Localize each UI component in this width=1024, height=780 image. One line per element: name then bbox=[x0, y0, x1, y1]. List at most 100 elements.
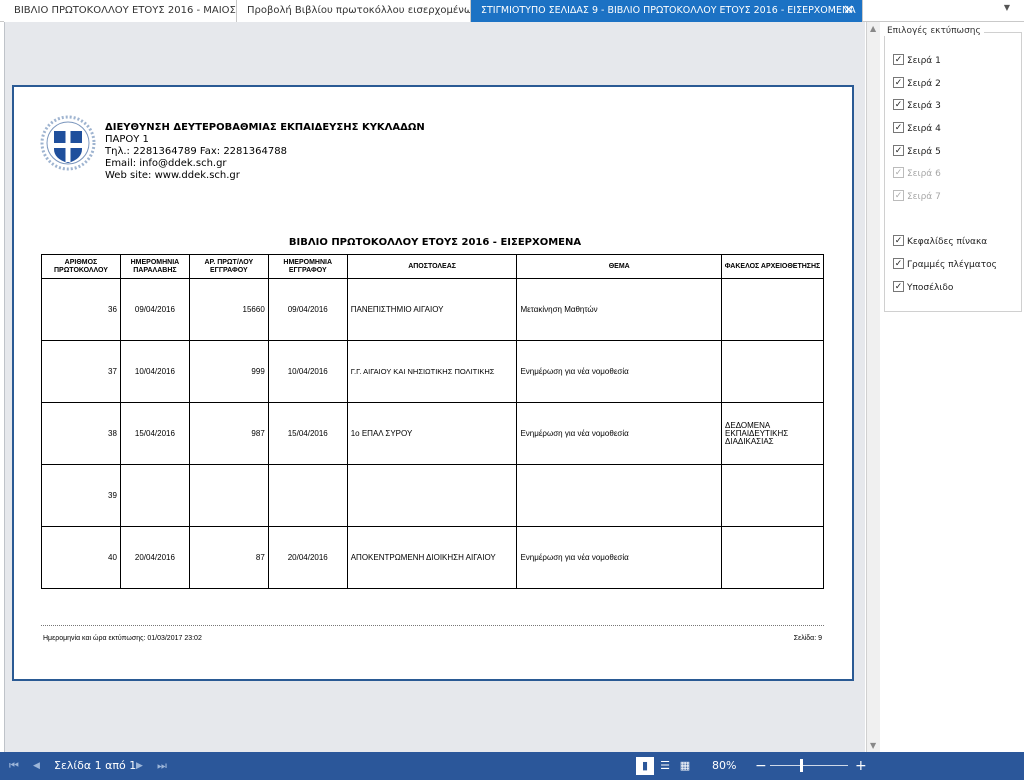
organization-email: Email: info@ddek.sch.gr bbox=[105, 158, 227, 169]
cell-receipt-date bbox=[119, 464, 190, 527]
cell-sender bbox=[346, 464, 518, 527]
option-label: Σειρά 3 bbox=[907, 101, 941, 111]
checkbox-row-2[interactable]: ✓ bbox=[893, 77, 904, 88]
vertical-scrollbar[interactable]: ▲ ▼ bbox=[866, 22, 880, 752]
tab-book-may[interactable]: ΒΙΒΛΙΟ ΠΡΩΤΟΚΟΛΛΟΥ ΕΤΟΥΣ 2016 - ΜΑΙΟΣ bbox=[4, 0, 237, 22]
cell-protocol-number: 36 bbox=[41, 278, 121, 341]
chevron-down-icon[interactable]: ▼ bbox=[1004, 3, 1010, 12]
cell-archive-folder: ΔΕΔΟΜΕΝΑ ΕΚΠΑΙΔΕΥΤΙΚΗΣ ΔΙΑΔΙΚΑΣΙΑΣ bbox=[721, 402, 824, 465]
last-page-icon[interactable]: ⏭ bbox=[157, 752, 167, 780]
option-label: Σειρά 6 bbox=[907, 169, 941, 179]
tab-label: ΒΙΒΛΙΟ ΠΡΩΤΟΚΟΛΛΟΥ ΕΤΟΥΣ 2016 - ΜΑΙΟΣ bbox=[14, 5, 236, 16]
cell-receipt-date: 20/04/2016 bbox=[119, 526, 190, 589]
cell-document-number bbox=[188, 464, 269, 527]
navigation-bar: ⏮ ◀ Σελίδα 1 από 1 ▶ ⏭ ▮ ☰ ▦ 80% − + bbox=[0, 752, 1024, 780]
single-page-view-icon[interactable]: ▮ bbox=[636, 757, 654, 775]
zoom-out-button[interactable]: − bbox=[755, 752, 767, 780]
checkbox-row-4[interactable]: ✓ bbox=[893, 122, 904, 133]
option-label: Σειρά 1 bbox=[907, 56, 941, 66]
tab-bar: ΒΙΒΛΙΟ ΠΡΩΤΟΚΟΛΛΟΥ ΕΤΟΥΣ 2016 - ΜΑΙΟΣ Πρ… bbox=[0, 0, 1024, 22]
option-grid-lines[interactable]: ✓ Γραμμές πλέγματος bbox=[893, 258, 997, 272]
tab-label: ΣΤΙΓΜΙΟΤΥΠΟ ΣΕΛΙΔΑΣ 9 - ΒΙΒΛΙΟ ΠΡΩΤΟΚΟΛΛ… bbox=[481, 5, 856, 16]
print-options-legend: Επιλογές εκτύπωσης bbox=[884, 26, 984, 36]
option-label: Σειρά 7 bbox=[907, 192, 941, 202]
cell-archive-folder bbox=[721, 278, 824, 341]
cell-sender: Γ.Γ. ΑΙΓΑΙΟΥ ΚΑΙ ΝΗΣΙΩΤΙΚΗΣ ΠΟΛΙΤΙΚΗΣ bbox=[346, 340, 518, 403]
option-label: Σειρά 2 bbox=[907, 79, 941, 89]
column-header: ΦΑΚΕΛΟΣ ΑΡΧΕΙΟΘΕΤΗΣΗΣ bbox=[721, 254, 824, 279]
checkbox-row-3[interactable]: ✓ bbox=[893, 99, 904, 110]
option-footer[interactable]: ✓ Υποσέλιδο bbox=[893, 281, 954, 295]
checkbox-row-6: ✓ bbox=[893, 167, 904, 178]
tab-label: Προβολή Βιβλίου πρωτοκόλλου εισερχομένων bbox=[247, 5, 471, 16]
option-label: Κεφαλίδες πίνακα bbox=[907, 237, 988, 247]
page-indicator: Σελίδα 1 από 1 bbox=[54, 759, 137, 772]
cell-receipt-date: 09/04/2016 bbox=[119, 278, 190, 341]
option-row-5[interactable]: ✓ Σειρά 5 bbox=[893, 145, 941, 159]
organization-address: ΠΑΡΟΥ 1 bbox=[105, 134, 149, 145]
organization-phone: Τηλ.: 2281364789 Fax: 2281364788 bbox=[105, 146, 287, 157]
option-label: Σειρά 5 bbox=[907, 147, 941, 157]
print-preview-window: ΒΙΒΛΙΟ ΠΡΩΤΟΚΟΛΛΟΥ ΕΤΟΥΣ 2016 - ΜΑΙΟΣ Πρ… bbox=[0, 0, 1024, 780]
cell-protocol-number: 37 bbox=[41, 340, 121, 403]
column-header: ΑΡ. ΠΡΩΤ/ΛΟΥ ΕΓΓΡΑΦΟΥ bbox=[188, 254, 269, 279]
checkbox-grid-lines[interactable]: ✓ bbox=[893, 258, 904, 269]
table-row: 39 bbox=[41, 464, 824, 527]
next-page-icon[interactable]: ▶ bbox=[136, 752, 143, 780]
zoom-in-button[interactable]: + bbox=[855, 752, 867, 780]
option-label: Σειρά 4 bbox=[907, 124, 941, 134]
option-label: Υποσέλιδο bbox=[907, 283, 954, 293]
option-row-6: ✓ Σειρά 6 bbox=[893, 167, 941, 181]
option-row-3[interactable]: ✓ Σειρά 3 bbox=[893, 99, 941, 113]
cell-sender: ΠΑΝΕΠΙΣΤΗΜΙΟ ΑΙΓΑΙΟΥ bbox=[346, 278, 518, 341]
cell-document-date bbox=[267, 464, 348, 527]
table-row: 37 10/04/2016 999 10/04/2016 Γ.Γ. ΑΙΓΑΙΟ… bbox=[41, 340, 824, 403]
cell-sender: 1ο ΕΠΑΛ ΣΥΡΟΥ bbox=[346, 402, 518, 465]
option-row-1[interactable]: ✓ Σειρά 1 bbox=[893, 54, 941, 68]
cell-document-date: 09/04/2016 bbox=[267, 278, 348, 341]
protocol-register-table: ΑΡΙΘΜΟΣ ΠΡΩΤΟΚΟΛΛΟΥ ΗΜΕΡΟΜΗΝΙΑ ΠΑΡΑΛΑΒΗΣ… bbox=[41, 254, 824, 589]
column-header: ΘΕΜΑ bbox=[516, 254, 723, 279]
document-viewer[interactable]: ΔΙΕΥΘΥΝΣΗ ΔΕΥΤΕΡΟΒΑΘΜΙΑΣ ΕΚΠΑΙΔΕΥΣΗΣ ΚΥΚ… bbox=[4, 22, 865, 752]
checkbox-row-7: ✓ bbox=[893, 190, 904, 201]
scroll-down-icon[interactable]: ▼ bbox=[870, 741, 876, 750]
cell-document-number: 999 bbox=[188, 340, 269, 403]
cell-subject: Ενημέρωση για νέα νομοθεσία bbox=[516, 340, 723, 403]
cell-document-number: 87 bbox=[188, 526, 269, 589]
cell-document-number: 15660 bbox=[188, 278, 269, 341]
greek-coat-of-arms-icon bbox=[40, 115, 96, 171]
close-icon[interactable]: ✕ bbox=[843, 0, 854, 22]
checkbox-row-5[interactable]: ✓ bbox=[893, 145, 904, 156]
footer-divider bbox=[41, 625, 824, 626]
table-row: 36 09/04/2016 15660 09/04/2016 ΠΑΝΕΠΙΣΤΗ… bbox=[41, 278, 824, 341]
option-row-4[interactable]: ✓ Σειρά 4 bbox=[893, 122, 941, 136]
option-table-headers[interactable]: ✓ Κεφαλίδες πίνακα bbox=[893, 235, 988, 249]
checkbox-footer[interactable]: ✓ bbox=[893, 281, 904, 292]
cell-protocol-number: 40 bbox=[41, 526, 121, 589]
cell-document-date: 20/04/2016 bbox=[267, 526, 348, 589]
report-page: ΔΙΕΥΘΥΝΣΗ ΔΕΥΤΕΡΟΒΑΘΜΙΑΣ ΕΚΠΑΙΔΕΥΣΗΣ ΚΥΚ… bbox=[12, 85, 854, 681]
organization-header: ΔΙΕΥΘΥΝΣΗ ΔΕΥΤΕΡΟΒΑΘΜΙΑΣ ΕΚΠΑΙΔΕΥΣΗΣ ΚΥΚ… bbox=[105, 122, 425, 182]
checkbox-table-headers[interactable]: ✓ bbox=[893, 235, 904, 246]
cell-archive-folder bbox=[721, 464, 824, 527]
cell-subject: Ενημέρωση για νέα νομοθεσία bbox=[516, 526, 723, 589]
organization-website: Web site: www.ddek.sch.gr bbox=[105, 170, 240, 181]
cell-subject: Ενημέρωση για νέα νομοθεσία bbox=[516, 402, 723, 465]
first-page-icon[interactable]: ⏮ bbox=[9, 752, 19, 780]
scroll-up-icon[interactable]: ▲ bbox=[870, 24, 876, 33]
tab-page-snapshot[interactable]: ΣΤΙΓΜΙΟΤΥΠΟ ΣΕΛΙΔΑΣ 9 - ΒΙΒΛΙΟ ΠΡΩΤΟΚΟΛΛ… bbox=[471, 0, 863, 22]
cell-document-date: 15/04/2016 bbox=[267, 402, 348, 465]
tab-book-view-incoming[interactable]: Προβολή Βιβλίου πρωτοκόλλου εισερχομένων bbox=[237, 0, 471, 22]
option-row-2[interactable]: ✓ Σειρά 2 bbox=[893, 77, 941, 91]
table-header-row: ΑΡΙΘΜΟΣ ΠΡΩΤΟΚΟΛΛΟΥ ΗΜΕΡΟΜΗΝΙΑ ΠΑΡΑΛΑΒΗΣ… bbox=[41, 254, 824, 279]
zoom-slider-thumb[interactable] bbox=[800, 759, 803, 772]
continuous-view-icon[interactable]: ☰ bbox=[656, 757, 674, 775]
multi-page-view-icon[interactable]: ▦ bbox=[676, 757, 694, 775]
table-row: 38 15/04/2016 987 15/04/2016 1ο ΕΠΑΛ ΣΥΡ… bbox=[41, 402, 824, 465]
table-row: 40 20/04/2016 87 20/04/2016 ΑΠΟΚΕΝΤΡΩΜΕΝ… bbox=[41, 526, 824, 589]
zoom-slider-track[interactable] bbox=[770, 765, 848, 766]
option-row-7: ✓ Σειρά 7 bbox=[893, 190, 941, 204]
checkbox-row-1[interactable]: ✓ bbox=[893, 54, 904, 65]
option-label: Γραμμές πλέγματος bbox=[907, 260, 997, 270]
previous-page-icon[interactable]: ◀ bbox=[33, 752, 40, 780]
